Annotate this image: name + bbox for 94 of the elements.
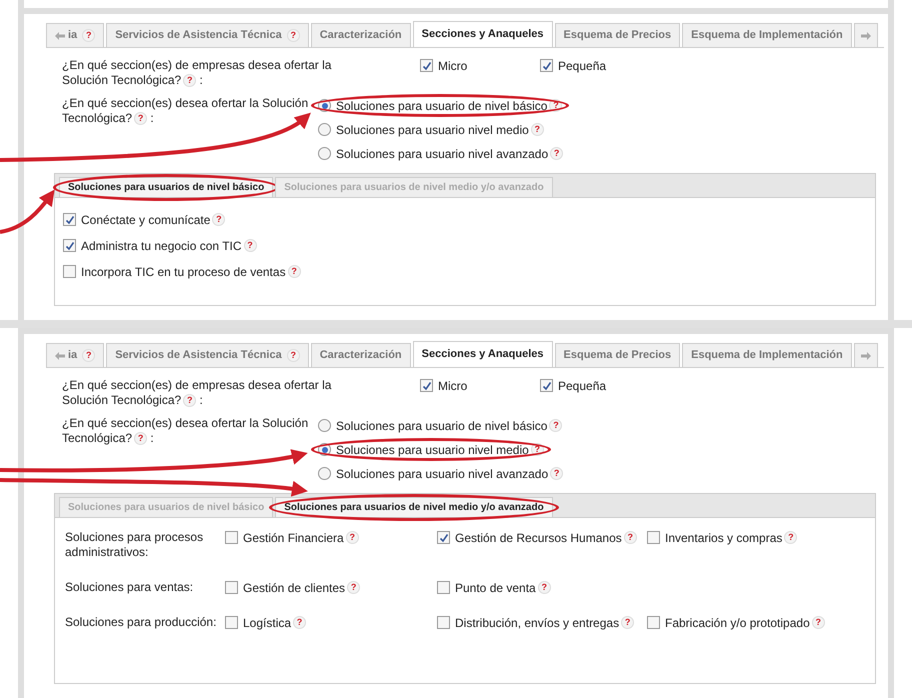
checkbox-label: Fabricación y/o prototipado [665,614,810,632]
radio-label: Soluciones para usuario nivel avanzado [336,146,548,162]
help-icon[interactable]: ? [346,531,359,544]
radio-label: Soluciones para usuario de nivel básico [336,418,548,434]
help-icon[interactable]: ? [288,265,301,278]
checkbox-label: Distribución, envíos y entregas [455,614,620,632]
tab[interactable]: ia ? [46,23,104,47]
checkmark-icon [64,240,74,250]
radio-label: Soluciones para usuario nivel medio [336,442,529,458]
checkbox[interactable] [540,379,553,392]
radio-label: Soluciones para usuario nivel medio [336,122,529,138]
arrow-right-icon[interactable] [860,32,871,40]
checkbox-label: Punto de venta [455,580,536,596]
help-icon[interactable]: ? [134,432,148,446]
help-icon[interactable]: ? [550,147,564,160]
arrow-left-icon[interactable] [55,352,65,360]
checkbox[interactable] [63,239,76,252]
checkmark-icon [422,60,432,70]
tab[interactable]: ia ? [46,343,104,367]
tab[interactable]: Esquema de Implementación [682,23,852,47]
checkbox-label: Pequeña [558,58,606,74]
checkbox-label: Inventarios y compras [665,530,782,546]
checkbox[interactable] [647,531,660,544]
question-label: ¿En qué seccion(es) desea ofertar la Solución Tecnológica? ? : [62,96,310,126]
help-icon[interactable]: ? [183,74,196,88]
checkbox-label: Logística [243,614,292,632]
checkbox-label: Gestión de clientes [243,580,346,596]
tab[interactable]: Servicios de Asistencia Técnica ? [106,343,309,367]
help-icon[interactable]: ? [212,213,226,226]
help-icon[interactable]: ? [82,349,96,362]
help-icon[interactable]: ? [550,467,564,480]
checkbox[interactable] [437,581,450,594]
help-icon[interactable]: ? [183,394,196,408]
tab[interactable]: Servicios de Asistencia Técnica ? [106,23,309,47]
radio-button[interactable] [318,467,331,480]
checkbox[interactable] [437,531,450,544]
checkbox[interactable] [540,59,553,72]
help-icon[interactable]: ? [134,112,148,126]
arrow-left-icon[interactable] [55,32,65,40]
question-label: ¿En qué seccion(es) desea ofertar la Solución Tecnológica? ? : [62,416,310,446]
checkbox[interactable] [225,581,238,594]
help-icon[interactable]: ? [812,616,825,629]
tab[interactable]: Esquema de Implementación [682,343,852,367]
help-icon[interactable]: ? [82,29,96,42]
help-icon[interactable]: ? [624,531,637,544]
radio-button[interactable] [318,147,331,160]
question-label: ¿En qué seccion(es) de empresas desea ofertar la Solución Tecnológica? ? : [62,378,332,408]
help-icon[interactable]: ? [286,349,300,362]
help-icon[interactable]: ? [286,29,300,42]
row-label: Soluciones para ventas: [65,580,194,595]
row-label: Soluciones para producción: [65,615,218,630]
checkbox[interactable] [420,59,433,72]
checkbox-label: Pequeña [558,378,606,394]
radio-label: Soluciones para usuario de nivel básico [336,98,548,114]
help-icon[interactable]: ? [530,123,544,136]
checkbox[interactable] [63,265,76,278]
checkmark-icon [64,214,74,224]
checkbox-label: Gestión Financiera [243,530,344,546]
row-label: Soluciones para procesos administrativos: [65,530,204,560]
tab[interactable]: Esquema de Precios [554,343,680,367]
tab[interactable]: Secciones y Anaqueles [412,341,553,367]
checkbox-label: Conéctate y comunícate [81,212,210,228]
checkmark-icon [438,532,448,542]
help-icon[interactable]: ? [347,581,360,594]
checkbox-label: Micro [438,58,468,74]
radio-button[interactable] [318,123,331,136]
tab[interactable]: Esquema de Precios [554,23,680,47]
help-icon[interactable]: ? [293,616,306,629]
checkbox-label: Micro [438,378,468,394]
radio-label: Soluciones para usuario nivel avanzado [336,466,548,482]
checkmark-icon [542,60,552,70]
checkbox[interactable] [420,379,433,392]
checkmark-icon [422,380,432,390]
tab[interactable]: Caracterización [310,343,411,367]
checkbox-label: Gestión de Recursos Humanos [455,530,622,546]
checkbox-label: Incorpora TIC en tu proceso de ventas [81,264,286,280]
tab[interactable]: Secciones y Anaqueles [412,21,553,47]
annotation-arrow [0,190,55,234]
checkbox[interactable] [225,531,238,544]
checkmark-icon [542,380,552,390]
checkbox-label: Administra tu negocio con TIC [81,238,242,254]
help-icon[interactable]: ? [784,531,798,544]
tab[interactable]: Caracterización [310,23,411,47]
checkbox[interactable] [225,616,238,629]
checkbox[interactable] [647,616,660,629]
help-icon[interactable]: ? [538,581,551,594]
help-icon[interactable]: ? [621,616,634,629]
radio-button[interactable] [318,419,331,432]
help-icon[interactable]: ? [549,419,562,432]
checkbox[interactable] [437,616,450,629]
question-label: ¿En qué seccion(es) de empresas desea ofertar la Solución Tecnológica? ? : [62,58,332,88]
arrow-right-icon[interactable] [860,352,871,360]
checkbox[interactable] [63,213,76,226]
help-icon[interactable]: ? [244,239,257,252]
